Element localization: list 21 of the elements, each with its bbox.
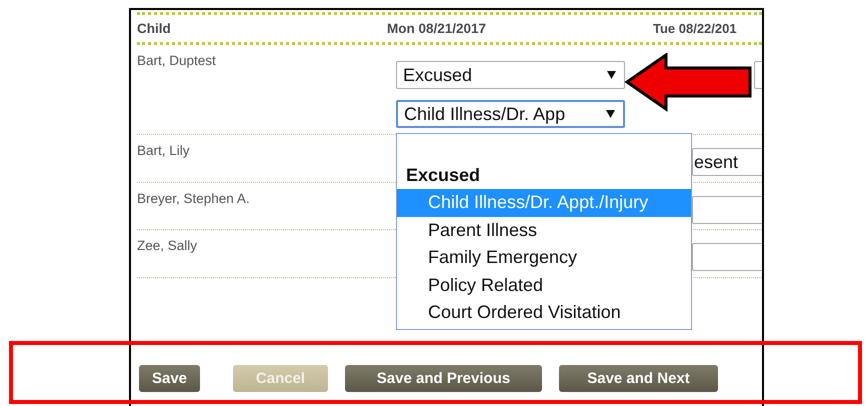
column-header: Tue 08/22/201 [653, 21, 738, 36]
action-button[interactable]: Save [139, 365, 200, 392]
dropdown-option[interactable]: Parent Illness [397, 216, 691, 244]
action-button[interactable]: Save and Previous [345, 365, 542, 392]
status-select[interactable]: esent [692, 148, 762, 176]
dropdown-option[interactable]: Family Emergency [397, 244, 691, 272]
action-button[interactable]: Save and Next [559, 365, 718, 392]
child-name: Bart, Duptest [137, 53, 216, 68]
reason-select[interactable]: Child Illness/Dr. App [396, 100, 625, 128]
child-name: Breyer, Stephen A. [137, 191, 250, 206]
dropdown-arrow-icon [606, 110, 615, 118]
option-group-label: Excused [405, 164, 482, 186]
arrow-icon [624, 53, 754, 113]
child-name: Bart, Lily [137, 143, 190, 158]
dropdown-option[interactable]: Policy Related [397, 272, 691, 299]
status-select[interactable]: Excused [396, 61, 625, 89]
dropdown-arrow-icon [607, 71, 616, 79]
dropdown-option[interactable]: Court Ordered Visitation [397, 299, 691, 326]
column-header: Child [137, 21, 172, 36]
column-header: Mon 08/21/2017 [387, 21, 488, 36]
child-name: Zee, Sally [137, 238, 198, 253]
